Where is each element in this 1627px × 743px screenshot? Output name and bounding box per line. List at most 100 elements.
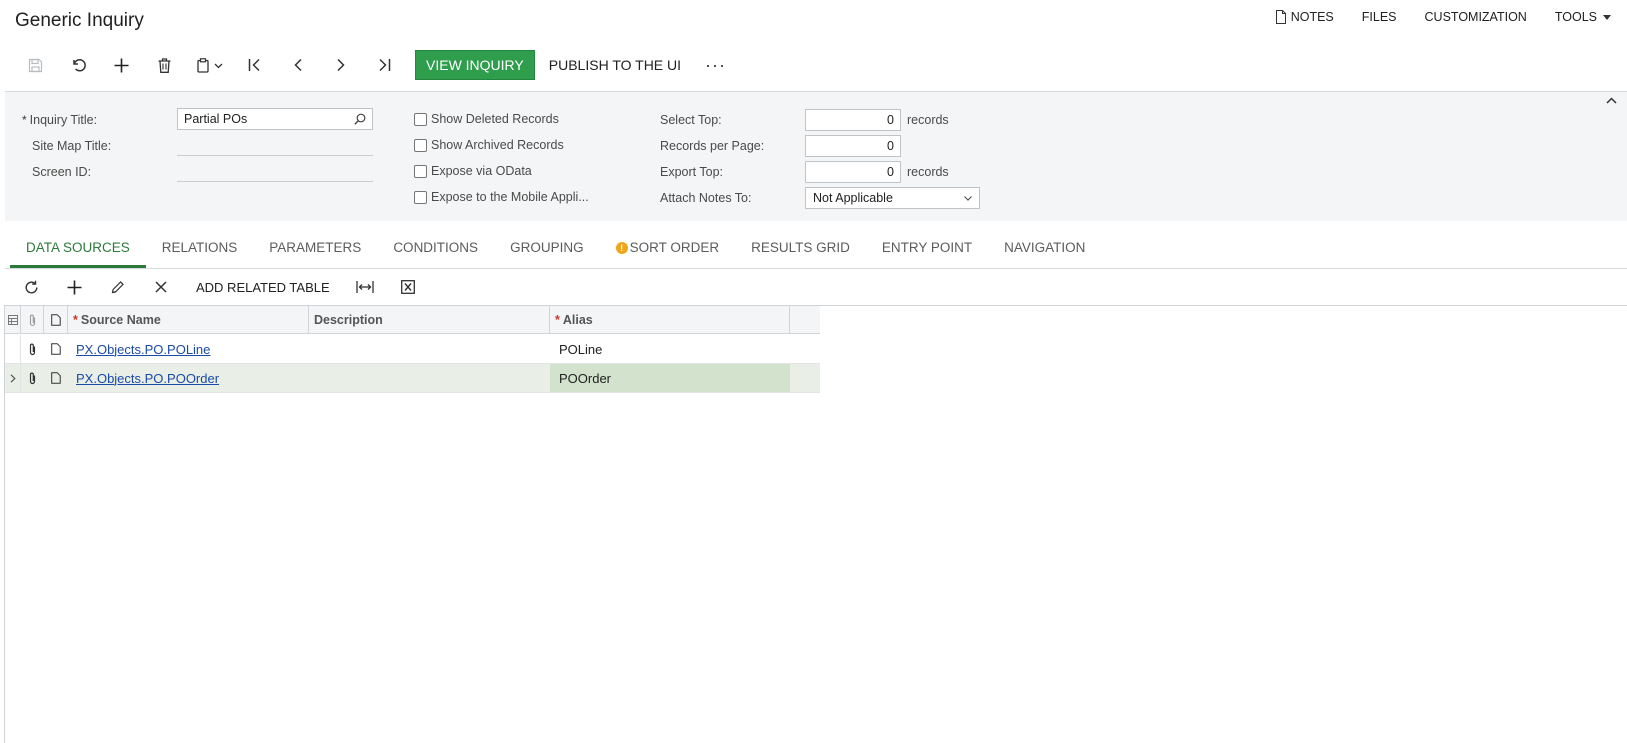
site-map-title-field[interactable] <box>177 134 373 156</box>
clipboard-icon <box>196 57 223 73</box>
alias-cell[interactable]: POOrder <box>550 364 790 392</box>
notes-label: NOTES <box>1290 10 1334 24</box>
table-row[interactable]: PX.Objects.PO.POLine POLine <box>5 335 820 364</box>
row-attachment-cell[interactable] <box>21 335 44 363</box>
delete-button[interactable] <box>143 50 186 80</box>
expose-odata-label: Expose via OData <box>431 164 532 178</box>
screen-id-label: Screen ID: <box>32 165 92 179</box>
chevron-left-icon <box>293 58 303 72</box>
tabs-divider <box>5 268 1627 269</box>
notes-column-header <box>44 306 68 334</box>
required-marker: * <box>555 313 560 327</box>
show-deleted-checkbox[interactable] <box>414 112 427 126</box>
expose-mobile-checkbox[interactable] <box>414 190 427 204</box>
description-cell[interactable] <box>309 335 550 363</box>
collapse-panel-button[interactable] <box>1606 97 1617 104</box>
files-link[interactable]: FILES <box>1362 10 1397 24</box>
document-icon <box>51 372 61 384</box>
view-inquiry-button[interactable]: VIEW INQUIRY <box>415 50 535 80</box>
screen-id-field[interactable] <box>177 160 373 182</box>
undo-button[interactable] <box>57 50 100 80</box>
export-top-field[interactable]: 0 <box>805 161 901 183</box>
show-deleted-row: Show Deleted Records <box>414 112 559 126</box>
tab-results-grid[interactable]: RESULTS GRID <box>735 230 866 268</box>
notes-link[interactable]: NOTES <box>1275 10 1334 24</box>
customization-label: CUSTOMIZATION <box>1424 10 1527 24</box>
customization-link[interactable]: CUSTOMIZATION <box>1425 10 1527 24</box>
delete-row-button[interactable] <box>139 272 182 302</box>
select-top-label: Select Top: <box>660 113 722 127</box>
row-attachment-cell[interactable] <box>21 364 44 392</box>
caret-down-icon <box>1603 14 1615 20</box>
export-excel-button[interactable] <box>387 272 430 302</box>
tools-label: TOOLS <box>1554 10 1597 24</box>
source-name-cell: PX.Objects.PO.POLine <box>68 335 309 363</box>
next-record-button[interactable] <box>319 50 362 80</box>
fit-width-icon <box>356 280 374 294</box>
show-archived-row: Show Archived Records <box>414 138 564 152</box>
more-actions-button[interactable]: ··· <box>695 50 736 80</box>
document-icon <box>1275 10 1291 24</box>
records-per-page-field[interactable]: 0 <box>805 135 901 157</box>
alias-cell[interactable]: POLine <box>550 335 790 363</box>
trash-icon <box>158 57 171 73</box>
paperclip-icon <box>28 343 37 356</box>
required-marker: * <box>22 113 27 127</box>
tab-grouping[interactable]: GROUPING <box>494 230 600 268</box>
search-icon[interactable] <box>354 113 366 125</box>
tab-parameters[interactable]: PARAMETERS <box>253 230 377 268</box>
tab-sort-order[interactable]: ! SORT ORDER <box>600 230 736 268</box>
tab-navigation[interactable]: NAVIGATION <box>988 230 1101 268</box>
inquiry-title-label: Inquiry Title: <box>29 113 98 127</box>
first-icon <box>248 58 262 72</box>
description-header[interactable]: Description <box>309 306 550 334</box>
publish-to-ui-button[interactable]: PUBLISH TO THE UI <box>535 50 695 80</box>
previous-record-button[interactable] <box>276 50 319 80</box>
close-icon <box>154 281 167 293</box>
refresh-button[interactable] <box>10 272 53 302</box>
row-selector[interactable] <box>5 335 21 363</box>
tab-relations[interactable]: RELATIONS <box>146 230 254 268</box>
add-row-button[interactable] <box>53 272 96 302</box>
add-related-table-button[interactable]: ADD RELATED TABLE <box>182 272 344 302</box>
row-selector-header[interactable] <box>5 306 21 334</box>
tab-conditions[interactable]: CONDITIONS <box>377 230 494 268</box>
select-top-field[interactable]: 0 <box>805 109 901 131</box>
description-cell[interactable] <box>309 364 550 392</box>
excel-icon <box>401 280 416 294</box>
first-record-button[interactable] <box>233 50 276 80</box>
chevron-up-icon <box>1606 97 1617 104</box>
edit-row-button[interactable] <box>96 272 139 302</box>
row-selector[interactable] <box>5 364 21 392</box>
row-notes-cell[interactable] <box>44 364 68 392</box>
inquiry-title-field[interactable]: Partial POs <box>177 108 373 130</box>
source-name-header-label: Source Name <box>80 313 161 327</box>
tab-data-sources[interactable]: DATA SOURCES <box>10 230 146 268</box>
plus-icon <box>114 58 129 73</box>
save-button[interactable] <box>14 50 57 80</box>
source-name-header[interactable]: * Source Name <box>68 306 309 334</box>
fit-columns-button[interactable] <box>344 272 387 302</box>
tools-menu[interactable]: TOOLS <box>1555 10 1615 24</box>
last-record-button[interactable] <box>362 50 405 80</box>
tab-entry-point[interactable]: ENTRY POINT <box>866 230 988 268</box>
expose-mobile-row: Expose to the Mobile Appli... <box>414 190 589 204</box>
alias-header[interactable]: * Alias <box>550 306 790 334</box>
required-marker: * <box>73 313 78 327</box>
grid-toolbar: ADD RELATED TABLE <box>10 272 430 302</box>
page-title: Generic Inquiry <box>15 10 144 31</box>
source-name-link[interactable]: PX.Objects.PO.POOrder <box>68 371 219 386</box>
show-archived-checkbox[interactable] <box>414 138 427 152</box>
row-notes-cell[interactable] <box>44 335 68 363</box>
table-row[interactable]: PX.Objects.PO.POOrder POOrder <box>5 364 820 393</box>
copy-paste-button[interactable] <box>186 50 233 80</box>
grid-header: * Source Name Description * Alias <box>5 306 820 334</box>
records-per-page-label: Records per Page: <box>660 139 765 153</box>
attach-notes-value: Not Applicable <box>813 191 893 205</box>
add-button[interactable] <box>100 50 143 80</box>
expose-odata-checkbox[interactable] <box>414 164 427 178</box>
export-top-unit: records <box>907 165 949 179</box>
warning-icon: ! <box>615 241 628 254</box>
attach-notes-select[interactable]: Not Applicable <box>805 187 980 209</box>
source-name-link[interactable]: PX.Objects.PO.POLine <box>68 342 210 357</box>
